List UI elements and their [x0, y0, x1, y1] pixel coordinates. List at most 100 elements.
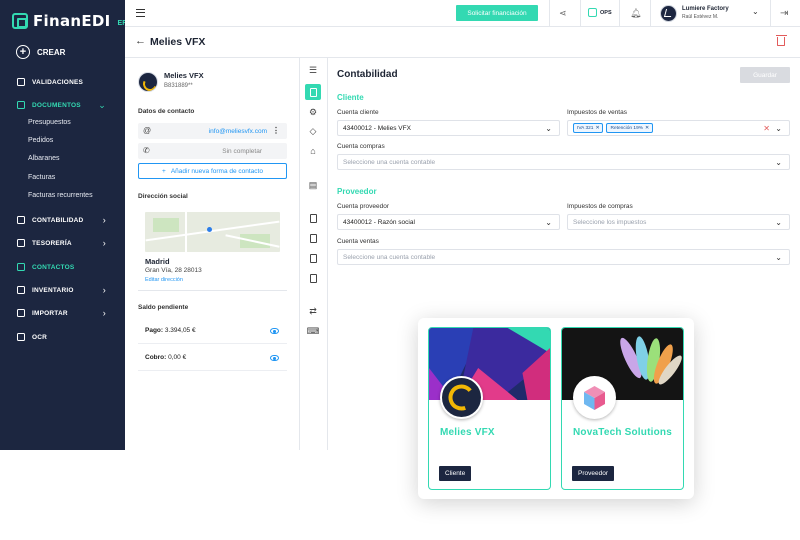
email-value[interactable]: info@meliesvfx.com	[209, 128, 267, 135]
topbar: Solicitar financiación ⋖ OPS 🔔︎ Lumiere …	[125, 0, 800, 27]
map-road	[185, 212, 187, 252]
request-financing-button[interactable]: Solicitar financiación	[456, 5, 538, 21]
divider	[549, 0, 550, 27]
sidebar-item-label: INVENTARIO	[32, 286, 74, 294]
contact-name: Melies VFX	[164, 71, 204, 80]
share-icon[interactable]: ⋖	[559, 8, 567, 19]
close-icon[interactable]: ✕	[595, 126, 599, 131]
add-contact-method-button[interactable]: + Añadir nueva forma de contacto	[138, 163, 287, 179]
trash-icon[interactable]	[775, 34, 787, 46]
app-root: FinanEDI ERP + CREAR VALIDACIONES DOCUME…	[0, 0, 800, 540]
divider	[650, 0, 651, 27]
sidebar-subitem-facturas[interactable]: Facturas	[28, 174, 55, 181]
brand-logo[interactable]: FinanEDI ERP	[12, 12, 132, 30]
phone-field[interactable]: ✆ Sin completar	[138, 143, 287, 159]
add-contact-label: Añadir nueva forma de contacto	[170, 167, 263, 175]
impuestos-ventas-label: Impuestos de ventas	[567, 109, 627, 116]
cuenta-proveedor-select[interactable]: 43400012 - Razón social ⌄	[337, 214, 560, 230]
edit-address-link[interactable]: Editar dirección	[145, 277, 183, 283]
clear-icon[interactable]: ✕	[763, 124, 770, 133]
address-city: Madrid	[145, 257, 170, 266]
document-icon[interactable]	[308, 233, 318, 243]
contacts-icon	[17, 263, 25, 271]
document-icon[interactable]	[308, 273, 318, 283]
contact-card-novatech[interactable]: NovaTech Solutions Proveedor	[561, 327, 684, 490]
contact-cif: B831889**	[164, 83, 193, 89]
sidebar-item-documentos[interactable]: DOCUMENTOS ⌄	[0, 95, 125, 115]
list-icon[interactable]: ▤	[308, 180, 318, 190]
melies-logo	[440, 376, 483, 419]
impuestos-compras-label: Impuestos de compras	[567, 203, 633, 210]
chevron-down-icon: ⌄	[545, 218, 552, 227]
pago-label: Pago:	[145, 327, 164, 334]
ocr-icon	[17, 333, 25, 341]
chevron-down-icon[interactable]: ⌄	[752, 7, 759, 16]
address-section-title: Dirección social	[138, 193, 188, 200]
logout-icon[interactable]: ⇥	[780, 8, 788, 19]
cuenta-cliente-value: 43400012 - Melies VFX	[343, 124, 411, 132]
inventory-icon	[17, 286, 25, 294]
sidebar-item-inventario[interactable]: INVENTARIO ›	[0, 280, 125, 300]
contact-avatar	[138, 72, 158, 92]
menu-icon[interactable]	[136, 9, 145, 17]
divider	[299, 58, 300, 450]
tax-tag[interactable]: Retención 19% ✕	[606, 123, 654, 133]
sidebar: FinanEDI ERP + CREAR VALIDACIONES DOCUME…	[0, 0, 132, 450]
sidebar-item-ocr[interactable]: OCR	[0, 327, 125, 347]
card-name: Melies VFX	[440, 427, 495, 438]
cuenta-cliente-label: Cuenta cliente	[337, 109, 379, 116]
cuenta-ventas-select[interactable]: Seleccione una cuenta contable ⌄	[337, 249, 790, 265]
document-icon	[309, 213, 317, 223]
document-icon[interactable]	[308, 213, 318, 223]
bank-icon[interactable]: ⌂	[308, 146, 318, 156]
back-arrow-icon[interactable]: ←	[135, 35, 146, 47]
cuenta-compras-select[interactable]: Seleccione una cuenta contable ⌄	[337, 154, 790, 170]
ops-label: OPS	[600, 9, 612, 16]
cuenta-ventas-placeholder: Seleccione una cuenta contable	[343, 253, 436, 261]
email-field[interactable]: @ info@meliesvfx.com ⋮	[138, 123, 287, 139]
sidebar-item-contabilidad[interactable]: CONTABILIDAD ›	[0, 210, 125, 230]
company-avatar[interactable]	[660, 5, 677, 22]
bell-icon[interactable]: 🔔︎	[630, 8, 641, 19]
sidebar-item-label: TESORERÍA	[32, 239, 72, 247]
sidebar-item-label: VALIDACIONES	[32, 78, 84, 86]
pending-payment: Pago: 3.394,05 €	[145, 327, 196, 334]
sidebar-item-importar[interactable]: IMPORTAR ›	[0, 303, 125, 323]
contact-card-melies[interactable]: Melies VFX Cliente	[428, 327, 551, 490]
sidebar-subitem-facturas-recurrentes[interactable]: Facturas recurrentes	[28, 192, 93, 199]
plus-icon: +	[162, 167, 166, 175]
chevron-down-icon: ⌄	[775, 158, 782, 167]
cuenta-cliente-select[interactable]: 43400012 - Melies VFX ⌄	[337, 120, 560, 136]
menu-icon[interactable]: ☰	[308, 65, 318, 75]
impuestos-compras-select[interactable]: Seleccione los impuestos ⌄	[567, 214, 790, 230]
accounting-tab-icon[interactable]	[305, 84, 321, 100]
laptop-icon[interactable]: ⌨	[307, 326, 320, 336]
more-options-icon[interactable]: ⋮	[272, 126, 280, 135]
settings-icon[interactable]: ⚙	[308, 107, 318, 117]
cuenta-ventas-label: Cuenta ventas	[337, 238, 379, 245]
eye-icon[interactable]	[270, 355, 279, 361]
ops-button[interactable]: OPS	[588, 8, 612, 17]
treasury-icon	[17, 239, 25, 247]
close-icon[interactable]: ✕	[645, 126, 649, 131]
eye-icon[interactable]	[270, 328, 279, 334]
tax-tag[interactable]: IVA 321 ✕	[573, 123, 604, 133]
card-type-badge: Proveedor	[572, 466, 614, 481]
save-button[interactable]: Guardar	[740, 67, 790, 83]
sidebar-subitem-pedidos[interactable]: Pedidos	[28, 137, 53, 144]
address-map[interactable]	[145, 212, 280, 252]
sidebar-item-tesoreria[interactable]: TESORERÍA ›	[0, 233, 125, 253]
sidebar-subitem-albaranes[interactable]: Albaranes	[28, 155, 60, 162]
impuestos-ventas-select[interactable]: IVA 321 ✕ Retención 19% ✕ ✕ ⌄	[567, 120, 790, 136]
chevron-right-icon: ›	[102, 238, 106, 248]
sidebar-item-contactos[interactable]: CONTACTOS	[0, 257, 125, 277]
document-icon[interactable]	[308, 253, 318, 263]
transfer-icon[interactable]: ⇄	[308, 306, 318, 316]
sidebar-subitem-presupuestos[interactable]: Presupuestos	[28, 119, 71, 126]
pending-collection: Cobro: 0,00 €	[145, 354, 186, 361]
create-button[interactable]: + CREAR	[16, 45, 65, 59]
import-icon	[17, 309, 25, 317]
tag-icon[interactable]: ◇	[308, 126, 318, 136]
cuenta-compras-placeholder: Seleccione una cuenta contable	[343, 158, 436, 166]
sidebar-item-validaciones[interactable]: VALIDACIONES	[0, 72, 125, 92]
